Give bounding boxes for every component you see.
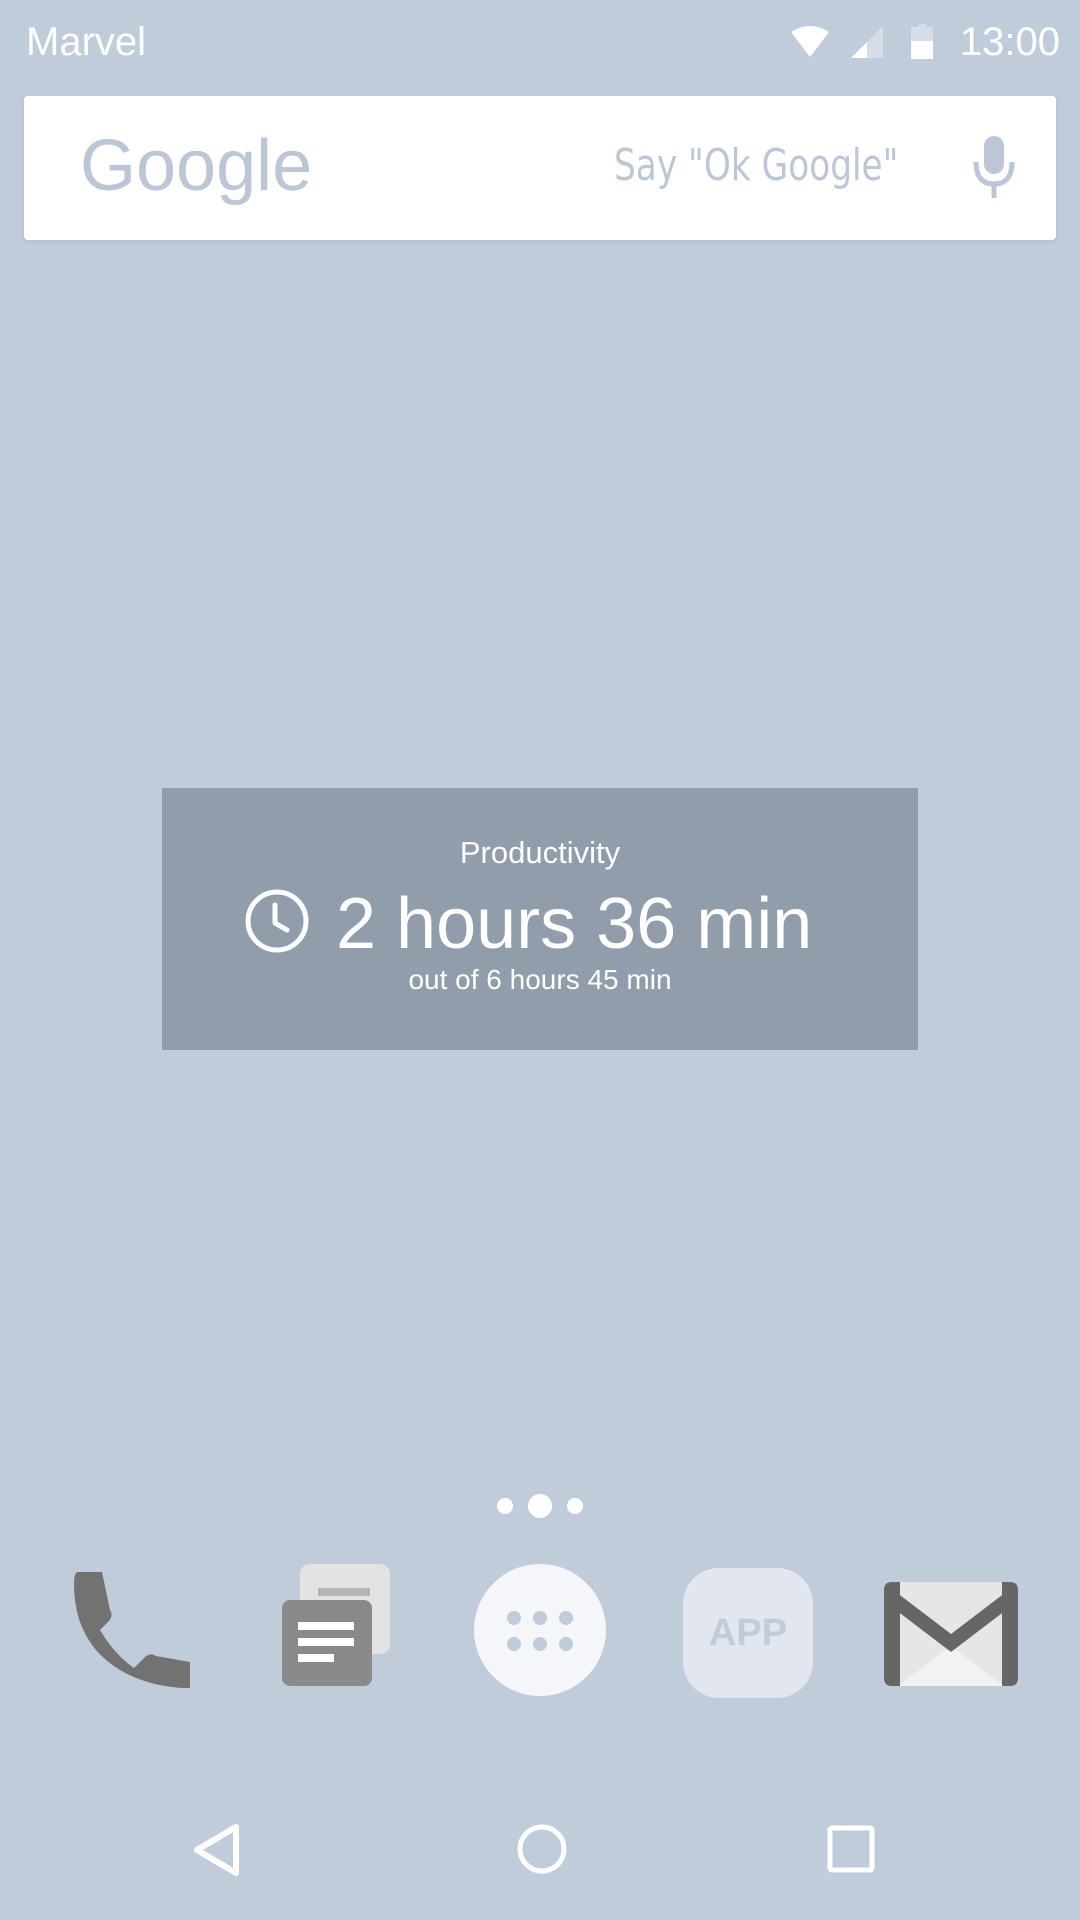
productivity-widget[interactable]: Productivity 2 hours 36 min out of 6 hou… <box>162 788 918 1050</box>
back-icon[interactable] <box>190 1822 244 1878</box>
app-drawer-button[interactable] <box>474 1564 606 1696</box>
svg-text:Google: Google <box>80 126 310 206</box>
status-icons: 13:00 <box>790 16 1060 68</box>
google-logo-text: Google <box>80 126 310 206</box>
wifi-icon <box>790 26 829 57</box>
phone-icon[interactable] <box>72 1570 192 1690</box>
apps-grid-icon <box>507 1611 573 1651</box>
productivity-total: out of 6 hours 45 min <box>408 964 672 995</box>
status-bar: Marvel 13:00 <box>0 0 1080 84</box>
home-icon[interactable] <box>516 1823 568 1875</box>
page-dot <box>567 1498 583 1514</box>
notes-icon[interactable] <box>276 1562 392 1688</box>
google-logo: Google <box>80 118 310 218</box>
cell-signal-icon <box>850 26 883 58</box>
battery-icon <box>910 24 933 59</box>
google-search-bar[interactable]: Google Say "Ok Google" <box>24 96 1056 240</box>
clock-icon <box>245 889 309 953</box>
search-hint: Say "Ok Google" <box>614 140 899 191</box>
page-indicator <box>497 1492 583 1520</box>
status-clock: 13:00 <box>959 20 1060 64</box>
widget-title: Productivity <box>459 835 621 870</box>
page-dot <box>497 1498 513 1514</box>
recents-icon[interactable] <box>826 1824 876 1874</box>
microphone-icon[interactable] <box>972 136 1016 200</box>
mail-icon[interactable] <box>884 1582 1018 1686</box>
app-shortcut[interactable]: APP <box>683 1568 813 1698</box>
productivity-time: 2 hours 36 min <box>336 884 813 964</box>
carrier-name: Marvel <box>26 20 147 64</box>
page-dot-current <box>528 1494 552 1518</box>
